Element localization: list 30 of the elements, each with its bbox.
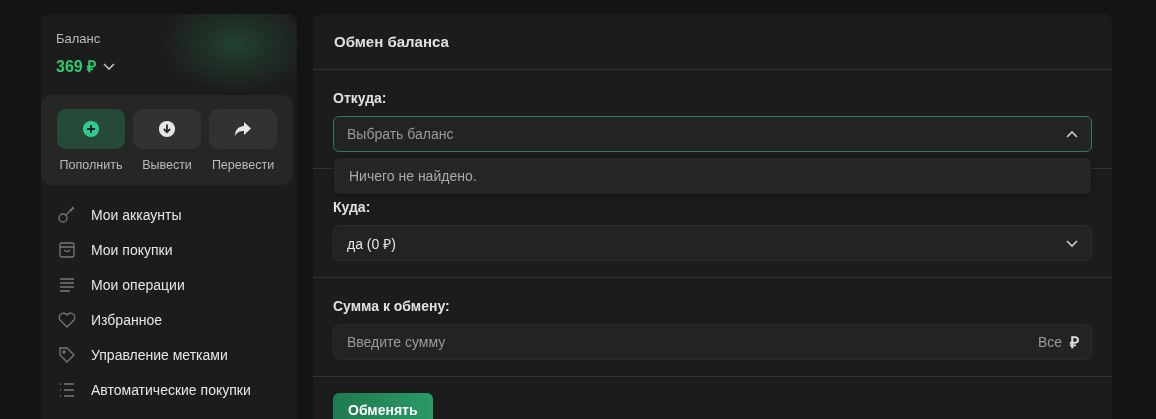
menu-item[interactable]: Мои аккаунты xyxy=(57,197,182,232)
download-circle-icon xyxy=(158,120,176,138)
plus-circle-icon xyxy=(82,120,100,138)
empty-message: Ничего не найдено. xyxy=(349,168,477,184)
menu-item[interactable]: Мои покупки xyxy=(57,232,173,267)
to-select[interactable]: да (0 ₽) xyxy=(333,225,1092,261)
tag-icon xyxy=(57,344,77,365)
field-label: Откуда: xyxy=(333,90,388,106)
action-label: Пополнить xyxy=(59,158,123,172)
currency-label: ₽ xyxy=(1070,333,1079,353)
bag-icon xyxy=(57,239,77,260)
amount-field[interactable]: Введите сумму Все ₽ xyxy=(333,324,1092,360)
menu-item[interactable]: Автоматические покупки xyxy=(57,372,251,407)
add-button[interactable] xyxy=(57,109,125,149)
exchange-button[interactable]: Обменять xyxy=(333,393,433,419)
action-label: Вывести xyxy=(142,158,192,172)
field-label: Сумма к обмену: xyxy=(333,298,451,314)
panel-title: Обмен баланса xyxy=(334,33,449,50)
field-label: Куда: xyxy=(333,199,372,215)
balance-dropdown[interactable]: 369 ₽ xyxy=(56,55,117,77)
withdraw-button[interactable] xyxy=(133,109,201,149)
all-button[interactable]: Все xyxy=(1037,334,1062,350)
menu-item[interactable]: Мои операции xyxy=(57,267,185,302)
menu-item[interactable]: Избранное xyxy=(57,302,162,337)
key-icon xyxy=(57,204,77,225)
menu-item[interactable]: Управление метками xyxy=(57,337,228,372)
from-select[interactable]: Выбрать баланс xyxy=(333,116,1092,152)
action-label: Перевести xyxy=(211,158,275,172)
balance-label: Баланс xyxy=(56,31,102,46)
transfer-button[interactable] xyxy=(209,109,277,149)
